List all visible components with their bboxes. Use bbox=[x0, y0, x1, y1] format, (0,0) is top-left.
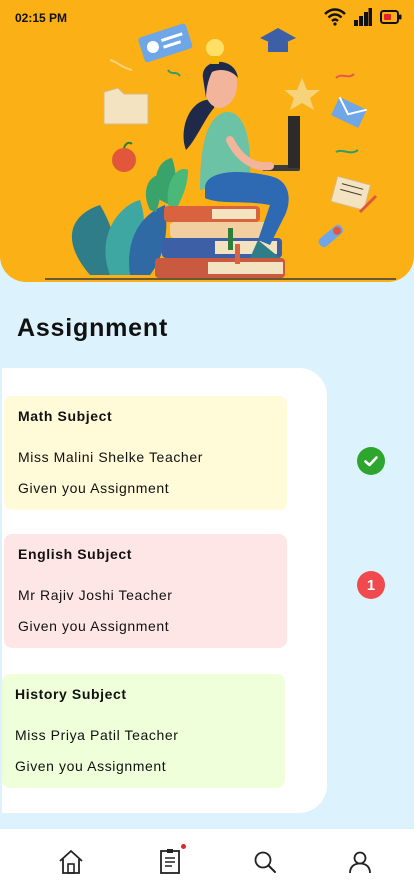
notification-dot bbox=[181, 844, 186, 849]
wifi-icon bbox=[324, 8, 346, 26]
assignment-card-history[interactable]: History Subject Miss Priya Patil Teacher… bbox=[2, 674, 285, 788]
battery-icon bbox=[380, 10, 402, 24]
student-studying-illustration bbox=[45, 23, 396, 280]
assignment-note: Given you Assignment bbox=[18, 618, 170, 634]
status-time: 02:15 PM bbox=[15, 11, 68, 25]
page-title: Assignment bbox=[17, 314, 169, 342]
assignment-teacher: Mr Rajiv Joshi Teacher bbox=[18, 587, 173, 603]
search-icon[interactable] bbox=[252, 849, 278, 875]
bottom-navigation bbox=[0, 829, 414, 896]
profile-icon[interactable] bbox=[347, 849, 373, 875]
home-icon[interactable] bbox=[58, 849, 84, 875]
assignment-subject: English Subject bbox=[18, 546, 133, 562]
assignment-card-math[interactable]: Math Subject Miss Malini Shelke Teacher … bbox=[4, 396, 287, 510]
assignment-subject: History Subject bbox=[15, 686, 127, 702]
assignment-subject: Math Subject bbox=[18, 408, 113, 424]
assignment-teacher: Miss Malini Shelke Teacher bbox=[18, 449, 203, 465]
assignment-note: Given you Assignment bbox=[18, 480, 170, 496]
signal-icon bbox=[354, 8, 372, 26]
completed-check-icon bbox=[357, 447, 385, 475]
status-bar: 02:15 PM bbox=[0, 0, 414, 36]
assignment-teacher: Miss Priya Patil Teacher bbox=[15, 727, 179, 743]
status-icons bbox=[324, 8, 402, 26]
assignment-note: Given you Assignment bbox=[15, 758, 167, 774]
assignment-icon[interactable] bbox=[157, 849, 183, 875]
assignment-card-english[interactable]: English Subject Mr Rajiv Joshi Teacher G… bbox=[4, 534, 287, 648]
header-banner: 02:15 PM bbox=[0, 0, 414, 282]
pending-count-badge: 1 bbox=[357, 571, 385, 599]
